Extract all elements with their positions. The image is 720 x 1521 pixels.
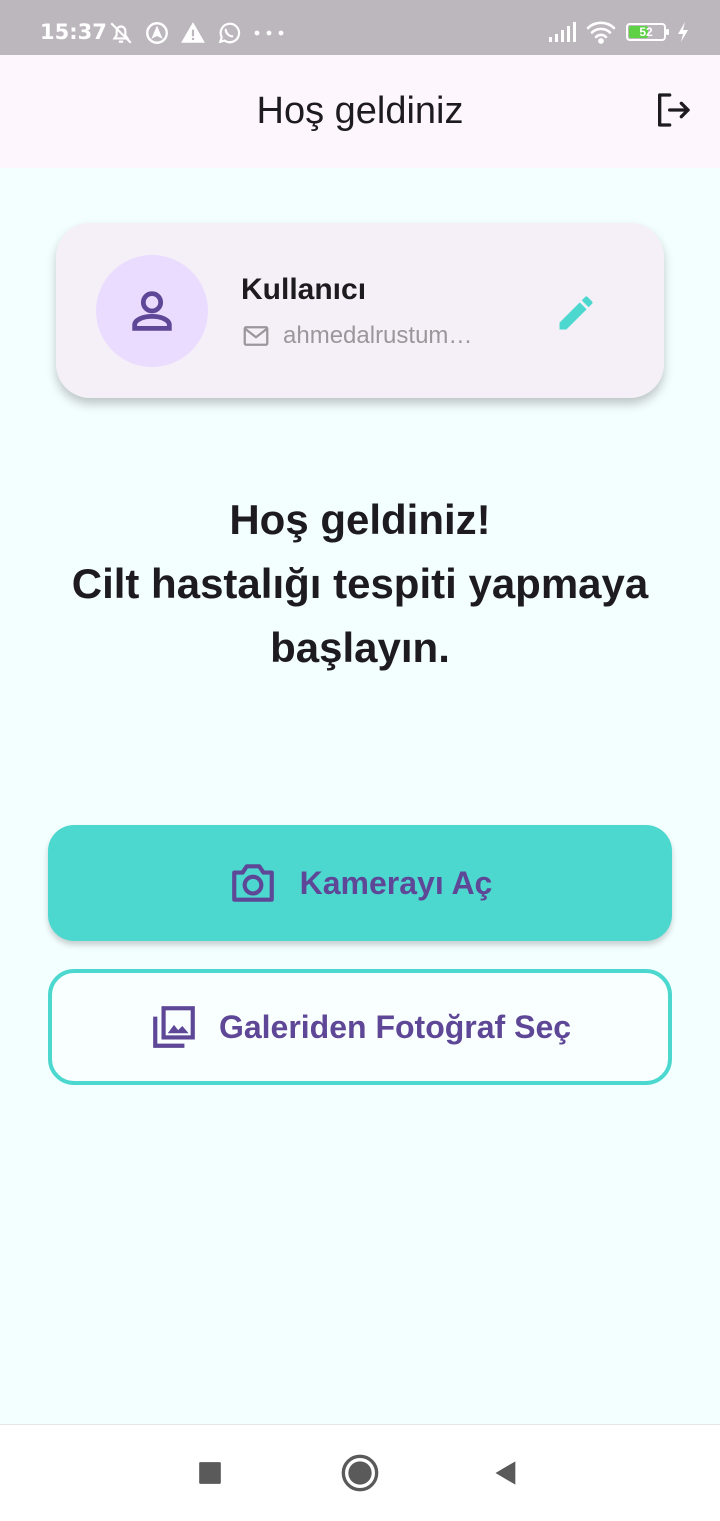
welcome-line-2: Cilt hastalığı tespiti yapmaya başlayın.	[71, 560, 649, 671]
whatsapp-icon	[218, 22, 241, 44]
open-camera-button[interactable]: Kamerayı Aç	[48, 825, 672, 941]
email-row: ahmedalrustum…	[241, 321, 488, 351]
status-icons-left	[108, 20, 286, 46]
bell-off-icon	[110, 22, 132, 44]
home-circle-icon	[341, 1454, 379, 1492]
page-title: Hoş geldiniz	[256, 90, 464, 132]
welcome-line-1: Hoş geldiniz!	[229, 496, 491, 543]
pencil-icon	[559, 296, 593, 330]
battery-level: 52	[639, 25, 653, 39]
logout-button[interactable]	[648, 85, 698, 135]
profile-email: ahmedalrustum…	[283, 322, 473, 349]
more-dots-icon	[254, 30, 284, 36]
home-button[interactable]	[336, 1449, 384, 1497]
welcome-message: Hoş geldiniz! Cilt hastalığı tespiti yap…	[40, 488, 680, 680]
charging-icon	[678, 22, 688, 42]
wifi-icon	[586, 21, 616, 44]
warning-icon	[181, 22, 205, 43]
app-bar: Hoş geldiniz	[0, 55, 720, 168]
profile-name: Kullanıcı	[241, 273, 367, 306]
status-bar: 15:37 52	[0, 0, 720, 55]
choose-from-gallery-label: Galeriden Fotoğraf Seç	[218, 1008, 572, 1045]
status-icons-right: 52	[548, 20, 690, 44]
logout-icon	[658, 93, 690, 127]
back-button[interactable]	[482, 1449, 530, 1497]
choose-from-gallery-button[interactable]: Galeriden Fotoğraf Seç	[48, 969, 672, 1085]
back-triangle-icon	[495, 1461, 516, 1485]
recents-square-icon	[199, 1462, 221, 1484]
mail-icon	[243, 326, 269, 346]
signal-icon	[549, 22, 576, 42]
edit-profile-button[interactable]	[552, 289, 600, 337]
person-icon	[132, 291, 172, 331]
open-camera-label: Kamerayı Aç	[299, 864, 493, 901]
battery-icon: 52	[626, 23, 669, 41]
photo-library-icon	[153, 1006, 195, 1048]
location-icon	[146, 22, 168, 44]
avatar	[96, 255, 208, 367]
camera-icon	[231, 864, 274, 902]
profile-card: Kullanıcı ahmedalrustum…	[56, 223, 664, 398]
recents-button[interactable]	[186, 1449, 234, 1497]
status-time: 15:37	[40, 20, 107, 44]
system-nav-bar	[0, 1424, 720, 1521]
